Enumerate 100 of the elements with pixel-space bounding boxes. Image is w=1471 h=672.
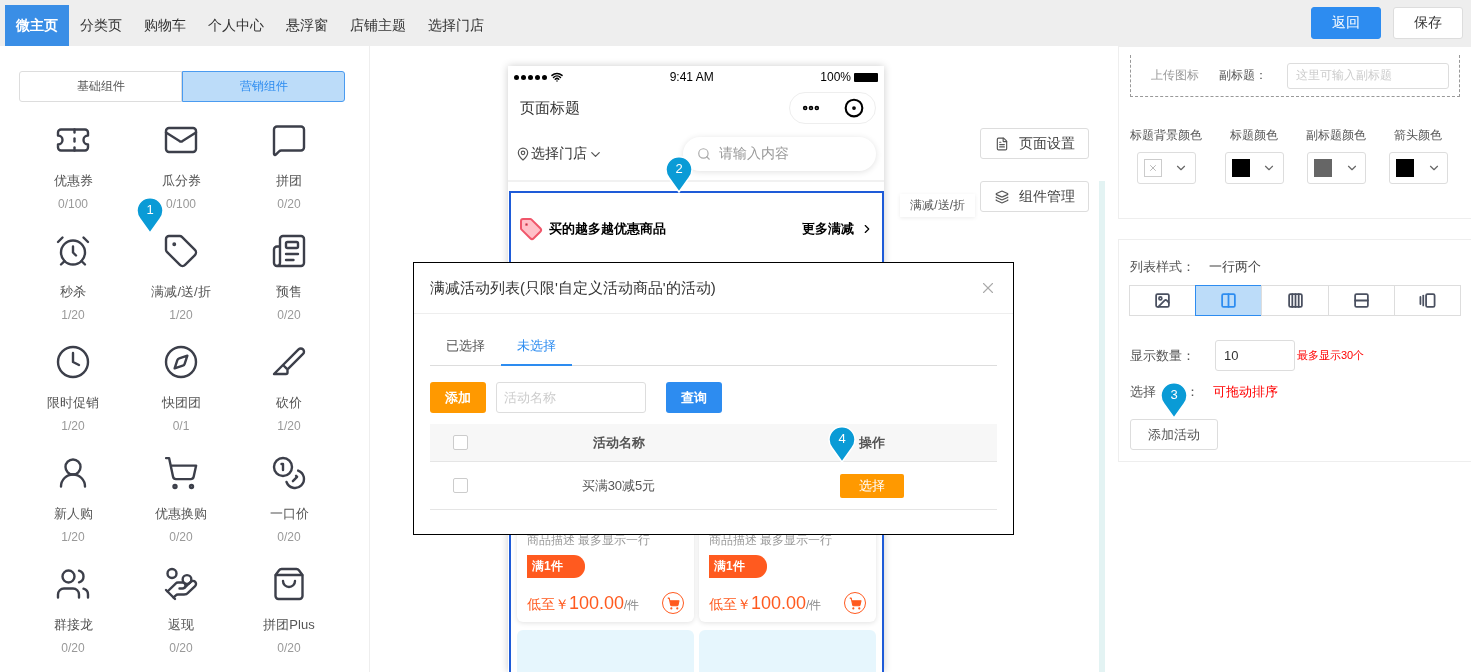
save-button[interactable]: 保存 bbox=[1393, 7, 1463, 39]
usage-count: 0/20 bbox=[277, 641, 301, 655]
count-hint: 最多显示30个 bbox=[1297, 348, 1365, 363]
battery-icon bbox=[854, 72, 878, 82]
field-label: 列表样式： bbox=[1130, 258, 1195, 276]
usage-count: 0/20 bbox=[277, 308, 301, 322]
usage-count: 0/100 bbox=[166, 197, 196, 211]
dialog-tab[interactable]: 未选择 bbox=[501, 328, 572, 366]
column-header: 活动名称 bbox=[592, 433, 645, 452]
component-label[interactable]: 砍价 bbox=[276, 394, 302, 412]
price-unit: /件 bbox=[624, 598, 641, 614]
color-picker[interactable] bbox=[1136, 152, 1196, 184]
target-icon[interactable] bbox=[843, 98, 864, 118]
location-pin-icon bbox=[516, 147, 530, 161]
clock-icon[interactable] bbox=[55, 344, 91, 380]
sort-hint: 可拖动排序 bbox=[1213, 383, 1278, 401]
field-label: 选择 bbox=[1130, 383, 1156, 401]
bag-icon[interactable] bbox=[271, 566, 307, 602]
color-picker[interactable] bbox=[1388, 152, 1448, 184]
component-label[interactable]: 优惠换购 bbox=[155, 505, 207, 523]
two-rows-icon bbox=[1352, 292, 1370, 309]
usage-count: 1/20 bbox=[277, 419, 301, 433]
signal-icon bbox=[514, 74, 547, 80]
column-header: 操作 bbox=[859, 433, 885, 452]
list-style-value: 一行两个 bbox=[1209, 258, 1261, 276]
store-selector[interactable]: 选择门店 bbox=[531, 145, 587, 163]
component-label[interactable]: 秒杀 bbox=[60, 283, 86, 301]
component-label[interactable]: 快团团 bbox=[161, 394, 201, 412]
component-label[interactable]: 满减/送/折 bbox=[151, 283, 211, 301]
component-label[interactable]: 优惠券 bbox=[53, 172, 93, 190]
cart-icon[interactable] bbox=[163, 455, 199, 491]
component-label[interactable]: 瓜分券 bbox=[161, 172, 201, 190]
coins-icon[interactable] bbox=[271, 455, 307, 491]
pin-marker: 4 bbox=[828, 425, 856, 463]
component-label[interactable]: 限时促销 bbox=[47, 394, 99, 412]
segment-tab[interactable]: 基础组件 bbox=[19, 71, 182, 102]
component-label[interactable]: 一口价 bbox=[269, 505, 309, 523]
newspaper-icon[interactable] bbox=[271, 233, 307, 269]
component-manager-button[interactable]: 组件管理 bbox=[980, 181, 1089, 212]
product-description: 商品描述 最多显示一行 bbox=[709, 532, 834, 549]
dialog-title: 满减活动列表(只限'自定义活动商品'的活动) bbox=[430, 278, 716, 298]
component-label[interactable]: 群接龙 bbox=[53, 616, 93, 634]
usage-count: 1/20 bbox=[61, 308, 85, 322]
status-time: 9:41 AM bbox=[669, 70, 714, 84]
alarm-clock-icon[interactable] bbox=[55, 233, 91, 269]
nav-tab[interactable]: 个人中心 bbox=[197, 5, 275, 46]
tag-icon[interactable] bbox=[163, 233, 199, 269]
product-description: 商品描述 最多显示一行 bbox=[527, 532, 652, 549]
compass-icon[interactable] bbox=[163, 344, 199, 380]
usage-count: 1/20 bbox=[61, 419, 85, 433]
field-label: 副标题： bbox=[1219, 67, 1267, 84]
layers-icon bbox=[994, 189, 1009, 204]
component-label[interactable]: 返现 bbox=[168, 616, 194, 634]
table-cell: 买满30减5元 bbox=[581, 476, 656, 495]
usage-count: 1/20 bbox=[61, 530, 85, 544]
color-label: 副标题颜色 bbox=[1306, 127, 1367, 144]
component-label[interactable]: 新人购 bbox=[53, 505, 93, 523]
color-picker[interactable] bbox=[1306, 152, 1366, 184]
product-price: 100.00 bbox=[751, 593, 807, 614]
page-settings-button[interactable]: 页面设置 bbox=[980, 128, 1089, 159]
nav-tab[interactable]: 购物车 bbox=[133, 5, 197, 46]
more-link[interactable]: 更多满减 bbox=[802, 220, 854, 238]
color-picker[interactable] bbox=[1224, 152, 1284, 184]
component-label[interactable]: 预售 bbox=[276, 283, 302, 301]
pin-marker: 1 bbox=[136, 196, 164, 234]
hand-coins-icon[interactable] bbox=[163, 566, 199, 602]
usage-count: 0/100 bbox=[58, 197, 88, 211]
dialog-tab[interactable]: 已选择 bbox=[430, 328, 501, 366]
nav-tab[interactable]: 分类页 bbox=[69, 5, 133, 46]
two-columns-icon bbox=[1220, 292, 1238, 309]
nav-tab[interactable]: 悬浮窗 bbox=[275, 5, 339, 46]
usage-count: 0/1 bbox=[172, 419, 190, 433]
color-label: 标题颜色 bbox=[1230, 127, 1279, 144]
promo-tag: 满1件 bbox=[709, 555, 767, 578]
usage-count: 0/20 bbox=[169, 530, 193, 544]
count-field[interactable]: 10 bbox=[1215, 340, 1295, 371]
section-title: 买的越多越优惠商品 bbox=[549, 220, 667, 238]
gallery-icon bbox=[1418, 292, 1436, 309]
usage-count: 0/20 bbox=[61, 641, 85, 655]
pin-marker: 2 bbox=[665, 155, 693, 193]
page-title: 页面标题 bbox=[520, 98, 581, 118]
component-label[interactable]: 拼团 bbox=[276, 172, 302, 190]
price-unit: /件 bbox=[806, 598, 823, 614]
checkbox[interactable] bbox=[452, 435, 468, 450]
people-icon[interactable] bbox=[55, 566, 91, 602]
nav-tab[interactable]: 店铺主题 bbox=[339, 5, 417, 46]
speech-bubble-icon[interactable] bbox=[271, 122, 307, 158]
usage-count: 0/20 bbox=[277, 197, 301, 211]
checkbox[interactable] bbox=[452, 478, 468, 493]
empty-swatch bbox=[1143, 159, 1162, 177]
document-icon bbox=[994, 136, 1009, 151]
component-label[interactable]: 拼团Plus bbox=[263, 616, 315, 634]
promo-tag: 满1件 bbox=[527, 555, 585, 578]
component-tooltip: 满减/送/折 bbox=[900, 194, 975, 217]
four-columns-icon bbox=[1286, 292, 1304, 309]
search-icon bbox=[697, 147, 711, 161]
nav-tab[interactable]: 选择门店 bbox=[417, 5, 495, 46]
add-activity-button[interactable]: 添加活动 bbox=[1130, 419, 1218, 450]
field-label: 显示数量： bbox=[1130, 346, 1196, 365]
color-label: 标题背景颜色 bbox=[1130, 127, 1202, 144]
